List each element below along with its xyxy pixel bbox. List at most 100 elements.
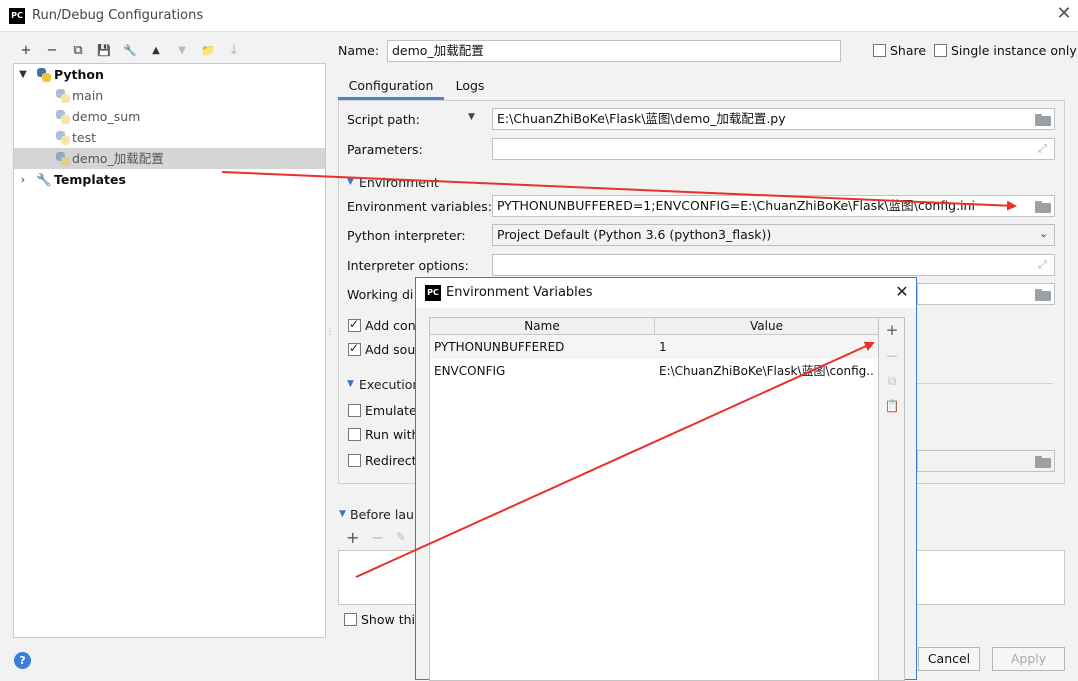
redirect-input-label: Redirect <box>365 453 417 468</box>
tree-item-test[interactable]: test <box>14 127 325 148</box>
execution-section-label: Execution <box>359 377 421 392</box>
add-config-icon[interactable]: + <box>16 42 36 60</box>
emulate-terminal-checkbox[interactable] <box>348 404 361 417</box>
new-folder-icon[interactable]: 📁 <box>198 42 218 60</box>
tree-item-demo-load-config[interactable]: demo_加载配置 <box>14 148 325 169</box>
tree-item-label: main <box>72 88 104 103</box>
single-instance-label: Single instance only <box>951 43 1077 58</box>
chevron-down-icon[interactable]: ⌄ <box>1039 227 1048 240</box>
sort-icon: ↓ <box>228 43 240 58</box>
remove-variable-icon: − <box>885 347 899 365</box>
close-icon[interactable]: ✕ <box>891 281 913 303</box>
folder-icon[interactable] <box>1035 456 1051 468</box>
dialog-title-bar: PC Environment Variables ✕ <box>416 278 916 308</box>
pycharm-logo-icon: PC <box>9 8 25 24</box>
script-path-label: Script path: <box>347 112 420 127</box>
collapse-triangle-icon[interactable]: ▼ <box>339 509 346 519</box>
python-icon <box>56 152 70 166</box>
python-icon <box>56 110 70 124</box>
add-source-roots-label: Add sou <box>365 342 416 357</box>
save-config-icon[interactable]: 💾 <box>94 42 114 60</box>
tab-configuration[interactable]: Configuration <box>338 72 444 100</box>
remove-config-icon[interactable]: − <box>42 42 62 60</box>
table-row[interactable]: PYTHONUNBUFFERED 1 <box>430 335 878 359</box>
tree-group-python[interactable]: ▼ Python <box>14 64 325 85</box>
env-value-cell[interactable]: E:\ChuanZhiBoKe\Flask\蓝图\config.... <box>659 359 875 383</box>
expand-icon[interactable]: ⤢ <box>1038 258 1047 272</box>
parameters-label: Parameters: <box>347 142 423 157</box>
tree-group-label: Templates <box>54 172 126 187</box>
working-dir-label: Working di <box>347 287 414 302</box>
folder-icon[interactable] <box>1035 114 1051 126</box>
copy-config-icon[interactable]: ⧉ <box>68 42 88 60</box>
title-bar: PC Run/Debug Configurations ✕ <box>0 0 1078 32</box>
tree-item-main[interactable]: main <box>14 85 325 106</box>
env-vars-input[interactable]: PYTHONUNBUFFERED=1;ENVCONFIG=E:\ChuanZhi… <box>492 195 1055 217</box>
run-with-console-checkbox[interactable] <box>348 428 361 441</box>
tree-item-label: demo_加载配置 <box>72 151 164 166</box>
env-name-cell[interactable]: PYTHONUNBUFFERED <box>434 335 652 359</box>
pycharm-logo-icon: PC <box>425 285 441 301</box>
tab-logs[interactable]: Logs <box>448 72 492 100</box>
collapse-triangle-icon[interactable]: ▼ <box>347 177 354 187</box>
column-header-value[interactable]: Value <box>655 318 878 335</box>
share-checkbox[interactable] <box>873 44 886 57</box>
name-input[interactable]: demo_加载配置 <box>387 40 841 62</box>
env-variables-table[interactable]: Name Value PYTHONUNBUFFERED 1 ENVCONFIG … <box>429 317 879 681</box>
tree-item-label: test <box>72 130 97 145</box>
close-icon[interactable]: ✕ <box>1053 3 1075 25</box>
chevron-right-icon[interactable]: › <box>17 169 29 190</box>
python-icon <box>56 89 70 103</box>
expand-icon[interactable]: ⤢ <box>1038 142 1047 156</box>
add-content-roots-checkbox[interactable] <box>348 317 361 332</box>
env-vars-label: Environment variables: <box>347 199 492 214</box>
tree-item-label: demo_sum <box>72 109 141 124</box>
dialog-title: Environment Variables <box>446 285 593 300</box>
add-variable-icon[interactable]: + <box>879 321 905 339</box>
parameters-input[interactable] <box>492 138 1055 160</box>
config-tree[interactable]: ▼ Python main demo_sum test demo_加载配置 › … <box>13 63 326 638</box>
paste-variable-icon[interactable]: 📋 <box>879 399 905 413</box>
cancel-button[interactable]: Cancel <box>918 647 980 671</box>
python-icon <box>56 131 70 145</box>
folder-icon[interactable] <box>1035 289 1051 301</box>
move-up-icon[interactable]: ▲ <box>146 42 166 60</box>
emulate-terminal-label: Emulate <box>365 403 417 418</box>
env-value-cell[interactable]: 1 <box>659 335 875 359</box>
tree-item-demo-sum[interactable]: demo_sum <box>14 106 325 127</box>
interpreter-options-label: Interpreter options: <box>347 258 469 273</box>
table-row[interactable]: ENVCONFIG E:\ChuanZhiBoKe\Flask\蓝图\confi… <box>430 359 878 383</box>
python-icon <box>37 68 51 82</box>
divider <box>917 383 1053 384</box>
interpreter-label: Python interpreter: <box>347 228 466 243</box>
add-source-roots-checkbox[interactable] <box>348 341 361 356</box>
single-instance-checkbox[interactable] <box>934 44 947 57</box>
environment-section-label: Environment <box>359 175 439 190</box>
copy-variable-icon: ⧉ <box>887 374 897 388</box>
window-title: Run/Debug Configurations <box>32 8 204 23</box>
help-icon[interactable]: ? <box>14 652 31 669</box>
share-label: Share <box>890 43 927 58</box>
folder-icon[interactable] <box>1035 201 1051 213</box>
tree-group-templates[interactable]: › 🔧 Templates <box>14 169 325 190</box>
env-name-cell[interactable]: ENVCONFIG <box>434 359 652 383</box>
edit-task-icon: ✎ <box>396 530 407 544</box>
redirect-input-checkbox[interactable] <box>348 454 361 467</box>
show-this-page-label: Show this <box>361 612 422 627</box>
collapse-triangle-icon[interactable]: ▼ <box>347 379 354 389</box>
add-task-icon[interactable]: + <box>346 528 359 547</box>
interpreter-options-input[interactable] <box>492 254 1055 276</box>
apply-button: Apply <box>992 647 1065 671</box>
wrench-icon: 🔧 <box>36 172 52 187</box>
interpreter-select[interactable]: Project Default (Python 3.6 (python3_fla… <box>492 224 1055 246</box>
splitter-handle[interactable]: ⋮ <box>326 328 334 344</box>
column-header-name[interactable]: Name <box>430 318 655 335</box>
env-table-toolbar: + − ⧉ 📋 <box>879 317 905 681</box>
move-down-icon: ▼ <box>178 45 186 56</box>
script-path-input[interactable]: E:\ChuanZhiBoKe\Flask\蓝图\demo_加载配置.py <box>492 108 1055 130</box>
chevron-down-icon[interactable]: ▼ <box>17 64 29 85</box>
script-path-dropdown-icon[interactable]: ▼ <box>468 112 475 122</box>
edit-defaults-icon[interactable]: 🔧 <box>120 42 140 60</box>
remove-task-icon: − <box>371 528 385 547</box>
show-this-page-checkbox[interactable] <box>344 613 357 626</box>
